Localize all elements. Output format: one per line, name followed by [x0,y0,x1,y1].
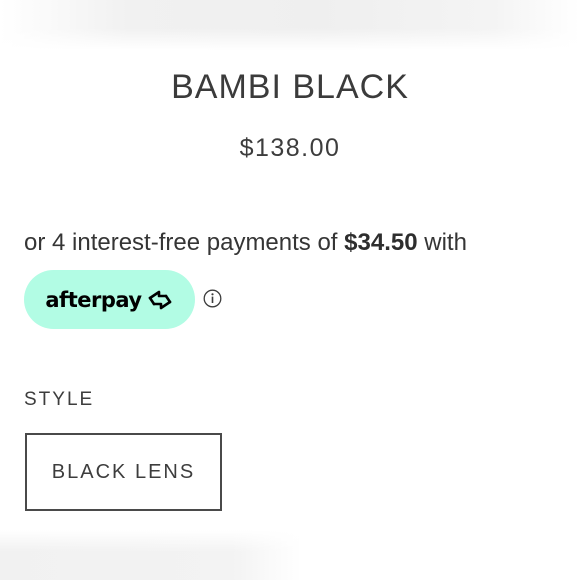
product-title: BAMBI BLACK [171,68,409,106]
product-price: $138.00 [239,134,341,162]
installment-message: or 4 interest-free payments of $34.50 wi… [24,229,467,257]
afterpay-badge[interactable]: afterpay [24,270,195,329]
installment-amount: $34.50 [344,229,418,256]
installment-text-after: with [417,229,467,256]
style-option-black-lens[interactable]: BLACK LENS [25,433,222,511]
afterpay-wordmark: afterpay [45,287,142,312]
style-label: STYLE [24,389,95,410]
info-icon[interactable] [203,289,222,308]
afterpay-logo-icon [148,290,171,309]
product-image-bottom-edge [0,530,580,580]
installment-text-before: or 4 interest-free payments of [24,229,345,256]
product-image-top-edge [0,0,580,50]
